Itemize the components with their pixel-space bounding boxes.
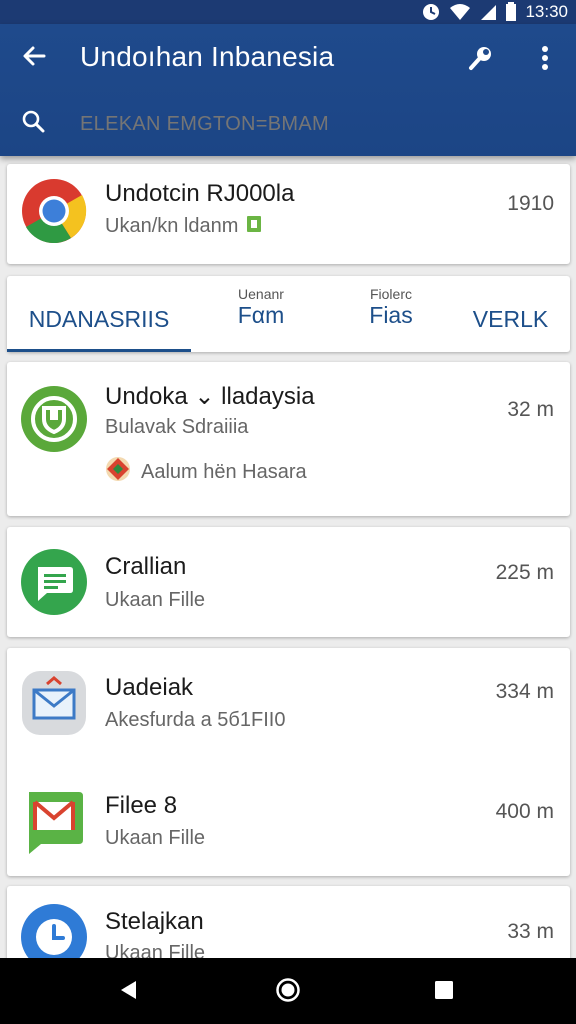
arrow-left-icon <box>20 42 48 75</box>
triangle-back-icon <box>118 979 138 1006</box>
wrench-icon <box>466 43 496 78</box>
tab-label: VERLK <box>472 306 549 332</box>
item-note-row: Aalum hën Hasara <box>105 456 307 488</box>
list-item[interactable]: Undoka ⌄ lladaysia Bulavak Sdraiiia Aalu… <box>7 362 570 516</box>
nav-home-button[interactable] <box>268 972 308 1012</box>
item-card[interactable]: Uadeiak Akesfurda a 5б1FII0 334 m Filee … <box>7 648 570 876</box>
status-bar: 13:30 <box>0 0 576 24</box>
more-vert-icon <box>541 45 549 76</box>
tab-label: Fαm <box>237 302 285 328</box>
item-subtitle: Ukaan Fille <box>105 827 206 849</box>
list-item[interactable]: Crallian Ukaan Fille 225 m <box>7 527 570 637</box>
search-icon <box>21 109 45 138</box>
status-time: 13:30 <box>525 2 568 21</box>
tab-ndanasriis[interactable]: NDANASRIIS <box>7 276 191 352</box>
item-title: Undoka ⌄ lladaysia <box>105 383 315 410</box>
battery-icon <box>505 2 517 22</box>
item-card[interactable]: Undoka ⌄ lladaysia Bulavak Sdraiiia Aalu… <box>7 362 570 516</box>
search-input[interactable] <box>80 108 540 140</box>
list-item[interactable]: Undotcin RJ000la Ukan/kn ldanm 1910 <box>7 164 570 264</box>
item-meta: 33 m <box>507 920 554 943</box>
item-title: Stelajkan <box>105 908 204 935</box>
message-app-icon <box>21 549 87 615</box>
android-badge-icon <box>246 213 262 239</box>
item-title: Filee 8 <box>105 792 178 819</box>
item-subtitle: Bulavak Sdraiiia <box>105 416 249 438</box>
circle-home-icon <box>275 977 301 1008</box>
app-bar: Undoıhan Inbanesia <box>0 24 576 156</box>
list-item[interactable]: Filee 8 Ukaan Fille 400 m <box>7 762 570 876</box>
item-meta: 32 m <box>507 398 554 421</box>
location-pin-icon <box>105 456 131 488</box>
item-card[interactable]: Crallian Ukaan Fille 225 m <box>7 527 570 637</box>
gmail-app-icon <box>21 788 87 854</box>
tools-button[interactable] <box>463 42 499 78</box>
data-saver-icon <box>421 2 441 22</box>
tab-label: NDANASRIIS <box>28 306 170 332</box>
item-subtitle: Ukan/kn ldanm <box>105 214 239 237</box>
item-title: Undotcin RJ000la <box>105 180 295 207</box>
item-subtitle-row: Ukan/kn ldanm <box>105 213 262 239</box>
back-button[interactable] <box>16 40 52 76</box>
tab-caption: Uenanr <box>238 286 284 302</box>
item-title: Crallian <box>105 553 187 580</box>
item-meta: 1910 <box>507 192 554 215</box>
email-app-icon <box>21 670 87 736</box>
square-recents-icon <box>434 980 454 1005</box>
tab-label: Fias <box>369 302 413 328</box>
search-bar <box>0 96 576 152</box>
tab-fias[interactable]: Fiolerc Fias <box>331 276 451 352</box>
item-meta: 400 m <box>495 800 554 823</box>
nav-recents-button[interactable] <box>424 972 464 1012</box>
tab-bar: NDANASRIIS Uenanr Fαm Fiolerc Fias VERLK <box>7 276 570 352</box>
shield-app-icon <box>21 386 87 452</box>
nav-back-button[interactable] <box>108 972 148 1012</box>
search-button[interactable] <box>18 108 48 138</box>
signal-icon <box>479 3 497 21</box>
top-item-card[interactable]: Undotcin RJ000la Ukan/kn ldanm 1910 <box>7 164 570 264</box>
item-meta: 334 m <box>495 680 554 703</box>
item-title: Uadeiak <box>105 674 194 701</box>
navigation-bar <box>0 958 576 1024</box>
more-options-button[interactable] <box>530 42 560 78</box>
tab-verlk[interactable]: VERLK <box>451 276 570 352</box>
tab-fam[interactable]: Uenanr Fαm <box>191 276 331 352</box>
page-title: Undoıhan Inbanesia <box>80 41 335 72</box>
item-subtitle: Akesfurda a 5б1FII0 <box>105 709 286 731</box>
item-meta: 225 m <box>495 561 554 584</box>
item-subtitle: Ukaan Fille <box>105 589 206 611</box>
tab-indicator <box>7 349 191 352</box>
item-note: Aalum hën Hasara <box>141 460 307 483</box>
chrome-icon <box>21 178 87 244</box>
status-icons: 13:30 <box>421 0 568 24</box>
list-item[interactable]: Uadeiak Akesfurda a 5б1FII0 334 m <box>7 648 570 762</box>
tab-caption: Fiolerc <box>369 286 412 302</box>
wifi-icon <box>449 3 471 21</box>
